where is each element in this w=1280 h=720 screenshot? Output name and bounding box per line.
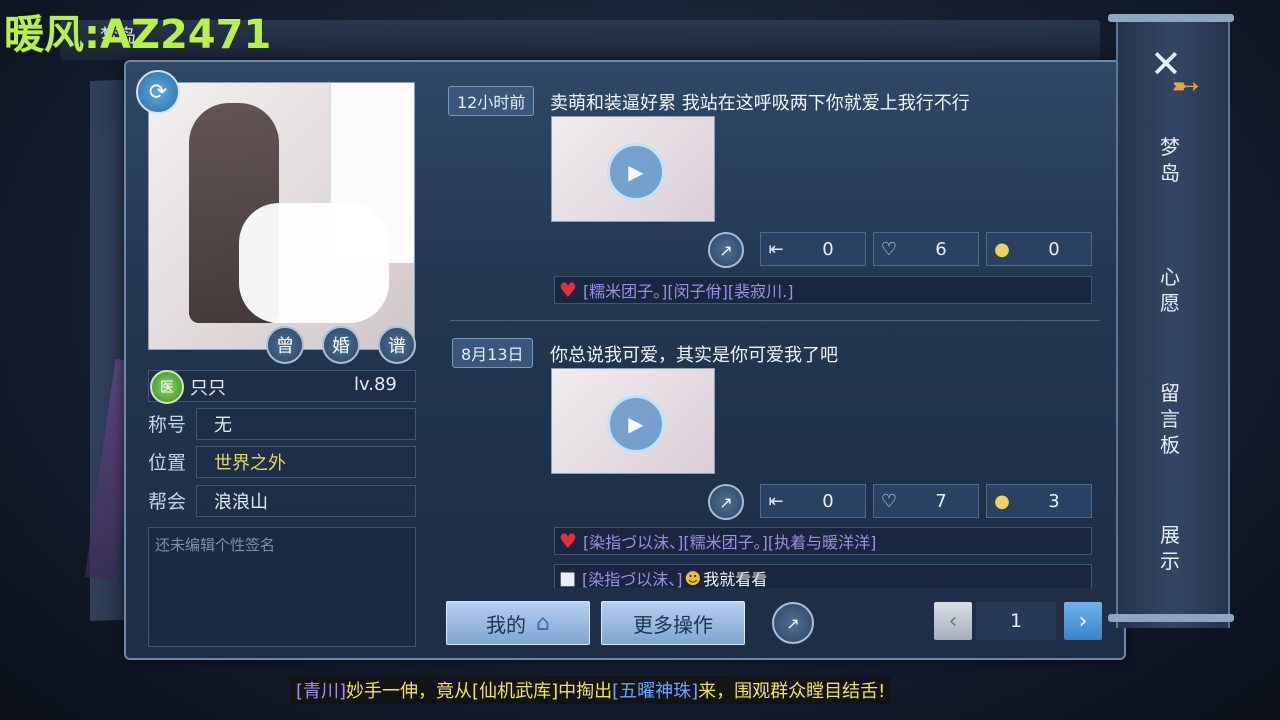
- signature-box[interactable]: 还未编辑个性签名: [148, 527, 416, 647]
- forward-icon: ⇤: [768, 490, 784, 512]
- emoji-icon: ☻: [684, 568, 702, 588]
- sidebar-item-label: 梦岛: [1160, 135, 1180, 185]
- scroll-bottom-rod: [1108, 614, 1234, 622]
- comment-row: ■ [染指づ以沫、] ☻ 我就看看: [554, 564, 1092, 588]
- photo-button-hun[interactable]: 婚: [322, 326, 360, 364]
- page-number: 1: [976, 602, 1056, 640]
- comment-bubble-icon: ●: [994, 238, 1010, 260]
- prev-page-button[interactable]: ‹: [934, 602, 972, 640]
- share-icon[interactable]: ↗: [708, 232, 744, 268]
- liked-by-row: ♥ [染指づ以沫、][糯米团子。][执着与暖洋洋]: [554, 527, 1092, 555]
- forward-stat[interactable]: ⇤ 0: [760, 232, 866, 266]
- system-ticker: [青川] 妙手一伸，竟从 [仙机武库] 中掏出 [五曜神珠] 来，围观群众瞠目结…: [290, 676, 892, 704]
- like-count: 7: [935, 490, 947, 512]
- title-label: 称号: [148, 414, 187, 436]
- my-button[interactable]: 我的 ⌂: [446, 601, 590, 645]
- ticker-player[interactable]: [青川]: [296, 677, 346, 703]
- heart-outline-icon: ♡: [880, 238, 898, 260]
- location-label: 位置: [148, 452, 187, 474]
- forward-count: 0: [822, 238, 834, 260]
- heart-icon: ♥: [559, 278, 577, 302]
- location-value: 世界之外: [214, 453, 286, 474]
- sidebar-item-showcase[interactable]: 展示: [1140, 522, 1200, 574]
- home-icon: ⌂: [536, 610, 550, 636]
- guild-label: 帮会: [148, 491, 187, 513]
- watermark-text: 暖风:AZ2471: [4, 12, 272, 58]
- sidebar-item-wish[interactable]: 心愿: [1140, 264, 1200, 316]
- play-icon[interactable]: ▶: [607, 395, 665, 453]
- sidebar-item-label: 展示: [1160, 523, 1180, 573]
- comment-stat[interactable]: ● 0: [986, 232, 1092, 266]
- comment-text: 我就看看: [703, 570, 768, 588]
- sidebar-item-mengdao[interactable]: 梦岛: [1140, 134, 1200, 186]
- ticker-place: [仙机武库]: [472, 681, 559, 702]
- like-stat[interactable]: ♡ 7: [873, 484, 979, 518]
- scroll-top-rod: [1108, 14, 1234, 22]
- next-page-button[interactable]: ›: [1064, 602, 1102, 640]
- guild-value: 浪浪山: [214, 492, 268, 513]
- sidebar-item-label: 心愿: [1160, 265, 1180, 315]
- liked-by-names[interactable]: [染指づ以沫、][糯米团子。][执着与暖洋洋]: [583, 529, 876, 553]
- school-badge-icon: 医: [150, 370, 184, 404]
- post-text: 卖萌和装逼好累 我站在这呼吸两下你就爱上我行不行: [550, 93, 970, 114]
- comment-stat[interactable]: ● 3: [986, 484, 1092, 518]
- post-time: 8月13日: [452, 338, 533, 368]
- forward-count: 0: [822, 490, 834, 512]
- liked-by-names[interactable]: [糯米团子。][闵子佾][裴寂川.]: [583, 278, 794, 302]
- title-value: 无: [214, 415, 232, 436]
- player-level: lv.89: [354, 374, 397, 395]
- ticker-text-1: 妙手一伸，竟从: [346, 681, 473, 702]
- post-feed[interactable]: 12小时前 卖萌和装逼好累 我站在这呼吸两下你就爱上我行不行 ▶ ↗ ⇤ 0 ♡…: [440, 80, 1112, 588]
- comment-count: 3: [1048, 490, 1060, 512]
- photo-figure-dress: [239, 203, 389, 323]
- refresh-icon[interactable]: ⟳: [136, 70, 180, 114]
- comment-bubble-icon: ■: [559, 567, 577, 589]
- player-name: 只只: [190, 378, 226, 399]
- more-actions-button[interactable]: 更多操作: [601, 601, 745, 645]
- post-time: 12小时前: [448, 86, 535, 116]
- liked-by-row: ♥ [糯米团子。][闵子佾][裴寂川.]: [554, 276, 1092, 304]
- ticker-item[interactable]: [五曜神珠]: [612, 677, 698, 703]
- profile-photo[interactable]: [148, 82, 415, 350]
- photo-button-pu[interactable]: 谱: [378, 326, 416, 364]
- post-video-thumbnail[interactable]: ▶: [551, 368, 715, 474]
- post-video-thumbnail[interactable]: ▶: [551, 116, 715, 222]
- comment-author[interactable]: [染指づ以沫、]: [582, 566, 683, 588]
- photo-button-ceng[interactable]: 曾: [266, 326, 304, 364]
- heart-icon: ♥: [559, 529, 577, 553]
- forward-icon: ⇤: [768, 238, 784, 260]
- comment-count: 0: [1048, 238, 1060, 260]
- forward-stat[interactable]: ⇤ 0: [760, 484, 866, 518]
- share-icon[interactable]: ↗: [772, 602, 814, 644]
- play-icon[interactable]: ▶: [607, 143, 665, 201]
- comment-bubble-icon: ●: [994, 490, 1010, 512]
- ticker-text-3: 来，围观群众瞠目结舌!: [698, 681, 886, 702]
- like-stat[interactable]: ♡ 6: [873, 232, 979, 266]
- like-count: 6: [935, 238, 947, 260]
- my-button-label: 我的: [486, 612, 527, 637]
- ticker-text-2: 中掏出: [558, 681, 613, 702]
- sidebar-item-label: 留言板: [1160, 381, 1180, 457]
- share-icon[interactable]: ↗: [708, 484, 744, 520]
- heart-outline-icon: ♡: [880, 490, 898, 512]
- post-text: 你总说我可爱，其实是你可爱我了吧: [550, 345, 838, 366]
- signature-placeholder: 还未编辑个性签名: [155, 536, 276, 554]
- sidebar-item-message-board[interactable]: 留言板: [1140, 380, 1200, 458]
- post-divider: [450, 320, 1100, 321]
